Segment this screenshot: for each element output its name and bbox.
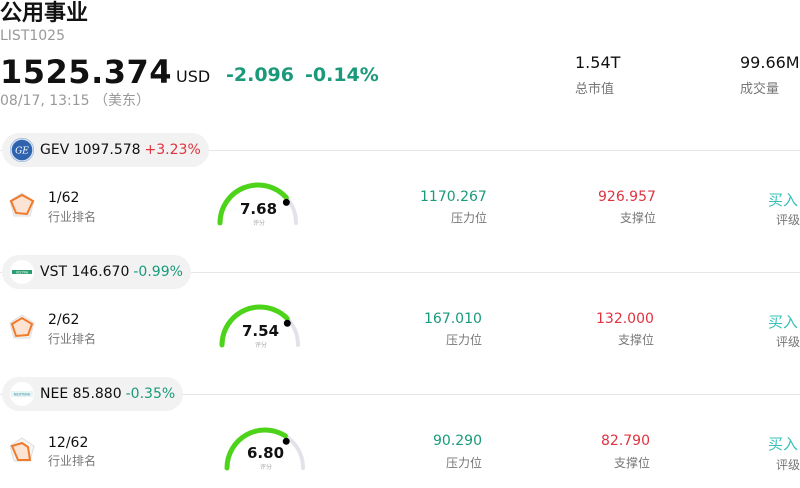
ge-logo-icon: GE	[10, 138, 34, 162]
rating-label: 评级	[776, 213, 800, 227]
rating-value[interactable]: 买入	[768, 433, 798, 454]
price-change-percent: -0.14%	[305, 64, 379, 86]
index-price: 1525.374	[0, 53, 173, 91]
resistance-value: 167.010	[424, 311, 482, 327]
industry-rank: 2/62	[48, 312, 80, 328]
support-value: 926.957	[598, 189, 656, 205]
stock-price: 146.670	[71, 264, 130, 280]
stock-change-percent: -0.35%	[125, 386, 176, 402]
rating-value[interactable]: 买入	[768, 311, 798, 332]
support-value: 82.790	[601, 433, 650, 449]
vistra-logo-icon: VISTRA	[10, 260, 34, 284]
stock-chip-vst[interactable]: VISTRA VST 146.670 -0.99%	[2, 255, 191, 289]
radar-icon	[8, 313, 36, 345]
support-value: 132.000	[596, 311, 654, 327]
stock-chip-gev[interactable]: GE GEV 1097.578 +3.23%	[2, 133, 209, 167]
score-label: 评分	[255, 342, 268, 349]
score-label: 评分	[253, 220, 266, 227]
radar-icon	[8, 191, 36, 223]
stock-change-percent: -0.99%	[133, 264, 183, 280]
resistance-label: 压力位	[446, 456, 483, 470]
score-value: 7.54	[242, 322, 280, 340]
stock-price: 1097.578	[73, 142, 141, 158]
price-change: -2.096	[226, 64, 294, 86]
svg-text:VISTRA: VISTRA	[16, 270, 29, 274]
industry-rank-label: 行业排名	[48, 210, 97, 224]
svg-text:NEXTERA: NEXTERA	[14, 392, 31, 396]
timestamp: 08/17, 13:15 （美东）	[0, 93, 151, 109]
score-value: 7.68	[240, 200, 278, 218]
index-code: LIST1025	[0, 28, 65, 44]
stock-price: 85.880	[72, 386, 122, 402]
industry-rank: 12/62	[48, 435, 89, 451]
resistance-label: 压力位	[446, 333, 483, 347]
score-gauge-marker	[282, 198, 290, 206]
volume-label: 成交量	[740, 82, 780, 97]
resistance-value: 90.290	[433, 433, 482, 449]
svg-text:GE: GE	[15, 147, 29, 157]
radar-icon	[8, 436, 36, 468]
stock-ticker: GEV	[40, 142, 70, 158]
stock-chip-nee[interactable]: NEXTERA NEE 85.880 -0.35%	[2, 377, 184, 411]
volume-value: 99.66M	[740, 53, 800, 72]
nextera-logo-icon: NEXTERA	[10, 382, 34, 406]
support-label: 支撑位	[620, 211, 657, 225]
currency: USD	[176, 67, 211, 86]
industry-rank-label: 行业排名	[48, 332, 97, 346]
industry-rank-label: 行业排名	[48, 454, 97, 468]
market-cap-value: 1.54T	[575, 53, 621, 72]
stock-ticker: NEE	[40, 386, 69, 402]
support-label: 支撑位	[614, 456, 651, 470]
stock-ticker: VST	[40, 264, 68, 280]
rating-value[interactable]: 买入	[768, 189, 798, 210]
score-value: 6.80	[247, 444, 285, 462]
market-cap-label: 总市值	[575, 82, 615, 97]
industry-rank: 1/62	[48, 190, 80, 206]
score-label: 评分	[260, 464, 273, 471]
resistance-value: 1170.267	[420, 189, 487, 205]
score-gauge-marker	[283, 319, 291, 327]
support-label: 支撑位	[618, 333, 655, 347]
stock-change-percent: +3.23%	[144, 142, 201, 158]
rating-label: 评级	[776, 458, 800, 472]
resistance-label: 压力位	[451, 211, 488, 225]
page-title: 公用事业	[0, 1, 89, 26]
rating-label: 评级	[776, 335, 800, 349]
